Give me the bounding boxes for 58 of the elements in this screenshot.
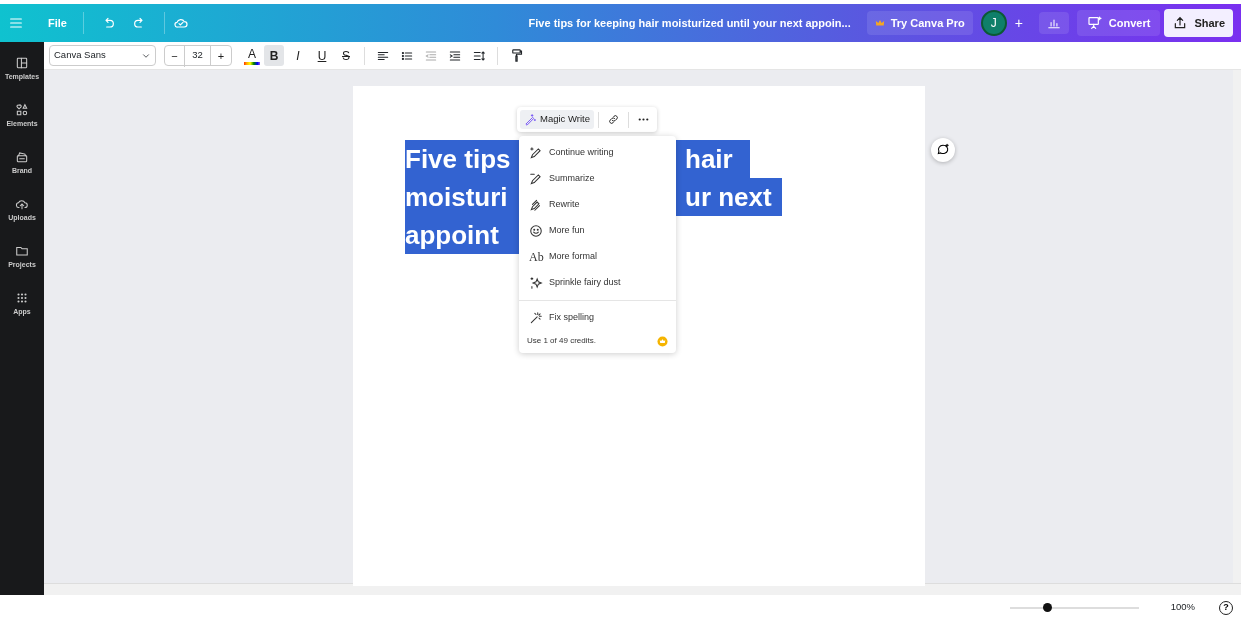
crown-badge-icon: [657, 335, 668, 347]
menu-item[interactable]: Rewrite: [519, 192, 676, 218]
font-size-field[interactable]: 32: [185, 46, 211, 65]
font-name: Canva Sans: [54, 48, 106, 63]
pen-icon: [529, 146, 543, 160]
heading-text[interactable]: ur next: [685, 178, 772, 216]
share-button[interactable]: Share: [1164, 8, 1233, 38]
menu-item[interactable]: Ab More formal: [519, 244, 676, 270]
credits-text: Use 1 of 49 credits.: [527, 335, 596, 347]
vertical-scrollbar[interactable]: [1233, 70, 1241, 583]
add-comment-button[interactable]: [931, 138, 955, 162]
decrease-size-button[interactable]: −: [165, 46, 185, 67]
help-button[interactable]: ?: [1219, 600, 1233, 615]
apps-icon: [15, 291, 29, 306]
magic-write-button[interactable]: Magic Write: [520, 110, 594, 129]
crown-icon: [874, 18, 885, 28]
indent-icon[interactable]: [448, 48, 462, 63]
increase-size-button[interactable]: +: [211, 46, 231, 67]
magic-wand-icon: [529, 311, 543, 325]
elements-icon: [15, 103, 29, 118]
add-person-button[interactable]: +: [1006, 8, 1031, 38]
link-icon: [607, 113, 620, 126]
menu-item[interactable]: Continue writing: [519, 140, 676, 166]
bold-button[interactable]: B: [264, 45, 284, 66]
avatar[interactable]: J: [980, 10, 1007, 36]
analytics-button[interactable]: [1038, 12, 1069, 34]
try-pro-button[interactable]: Try Canva Pro: [866, 10, 973, 36]
magic-pen-icon: [524, 113, 537, 126]
document-title: Five tips for keeping hair moisturized until your next appoin...: [528, 15, 851, 31]
underline-button[interactable]: U: [312, 45, 332, 66]
menu-item[interactable]: Sprinkle fairy dust: [519, 270, 676, 296]
uploads-icon: [15, 197, 29, 212]
strikethrough-button[interactable]: S: [336, 45, 356, 66]
text-color-button[interactable]: A: [244, 46, 260, 65]
projects-icon: [15, 244, 29, 259]
presentation-icon: [1086, 15, 1103, 31]
heading-text[interactable]: moisturi: [405, 182, 508, 212]
convert-button[interactable]: Convert: [1076, 9, 1161, 37]
line-spacing-icon[interactable]: [472, 48, 486, 63]
font-dropdown[interactable]: Canva Sans: [49, 45, 156, 66]
menu-item[interactable]: More fun: [519, 218, 676, 244]
menu-item[interactable]: Fix spelling: [519, 305, 676, 331]
heading-text[interactable]: appoint: [405, 220, 499, 250]
serif-letters-icon: Ab: [529, 248, 543, 266]
heading-text[interactable]: Five tips: [405, 144, 511, 174]
sparkle-icon: [529, 276, 543, 290]
italic-button[interactable]: I: [288, 45, 308, 66]
templates-icon: [15, 56, 29, 71]
zoom-slider[interactable]: [1009, 606, 1139, 609]
heading-text[interactable]: hair: [685, 140, 733, 178]
pens-icon: [529, 198, 543, 212]
pen-icon: [529, 172, 543, 186]
smiley-icon: [529, 224, 543, 238]
brand-icon: [15, 150, 29, 165]
comment-add-icon: [936, 143, 950, 157]
menu-item[interactable]: Summarize: [519, 166, 676, 192]
slider-thumb[interactable]: [1043, 602, 1053, 612]
zoom-percentage[interactable]: 100%: [1170, 600, 1195, 615]
